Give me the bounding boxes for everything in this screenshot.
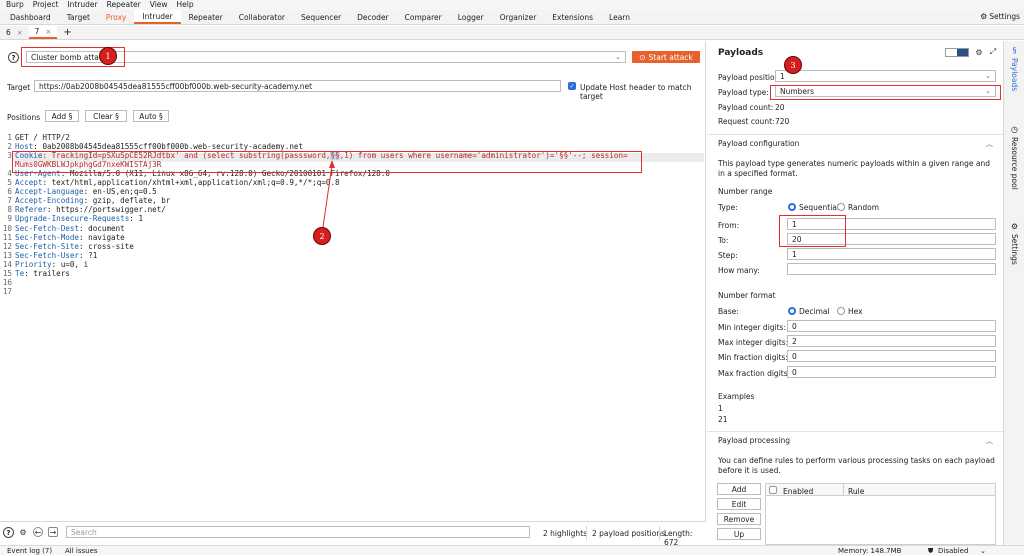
max-integer-digits-input[interactable]: 2: [787, 335, 996, 347]
payload-position-value: 1: [780, 71, 785, 81]
range-type-label: Type:: [718, 203, 738, 212]
payloads-pane: Payloads ⚙ ⤢ Payload position: 1 ⌄ Paylo…: [707, 41, 1003, 545]
add-rule-button[interactable]: Add: [717, 483, 761, 495]
step-label: Step:: [718, 251, 738, 260]
random-radio[interactable]: [837, 203, 845, 211]
disabled-status[interactable]: Disabled: [938, 547, 968, 555]
hex-radio[interactable]: [837, 307, 845, 315]
chevron-up-icon: ︿: [986, 139, 993, 148]
example-value: 21: [718, 415, 728, 424]
rail-tab-label: Resource pool: [1010, 137, 1019, 190]
max-integer-digits-label: Max integer digits:: [718, 338, 789, 347]
layout-toggle[interactable]: [945, 48, 969, 57]
edit-rule-button[interactable]: Edit: [717, 498, 761, 510]
annotation-badge-2: 2: [313, 227, 331, 245]
chevron-down-icon[interactable]: ⌄: [980, 547, 986, 555]
payload-position-label: Payload position:: [718, 73, 782, 82]
payload-position-select[interactable]: 1 ⌄: [775, 70, 996, 82]
rail-tab-label: Payloads: [1010, 58, 1019, 92]
max-fraction-digits-input[interactable]: 0: [787, 366, 996, 378]
decimal-label: Decimal: [799, 307, 830, 316]
min-integer-digits-label: Min integer digits:: [718, 323, 786, 332]
rail-tab-label: Settings: [1010, 234, 1019, 265]
to-label: To:: [718, 236, 729, 245]
rule-column-header: Rule: [848, 487, 865, 496]
payload-configuration-header[interactable]: Payload configuration ︿: [707, 134, 1003, 152]
payloads-icon: §: [1012, 46, 1017, 55]
status-bar: Event log (7) All issues Memory: 148.7MB…: [0, 545, 1024, 555]
layout-horizontal-icon[interactable]: [946, 49, 957, 56]
gear-icon[interactable]: ⚙: [974, 47, 984, 57]
payload-processing-header[interactable]: Payload processing ︿: [707, 431, 1003, 449]
random-label: Random: [848, 203, 880, 212]
min-fraction-digits-input[interactable]: 0: [787, 350, 996, 362]
rail-tab-resource-pool[interactable]: ◷ Resource pool: [1006, 125, 1023, 190]
payload-count-label: Payload count:: [718, 103, 774, 112]
chevron-up-icon: ︿: [986, 436, 993, 445]
from-label: From:: [718, 221, 740, 230]
collapse-icon[interactable]: ⤢: [988, 47, 998, 57]
base-label: Base:: [718, 307, 739, 316]
payload-configuration-description: This payload type generates numeric payl…: [718, 159, 990, 178]
annotation-arrow-line: [322, 164, 333, 228]
hex-label: Hex: [848, 307, 863, 316]
processing-rules-table: Enabled Rule: [765, 483, 996, 545]
rail-tab-payloads[interactable]: § Payloads: [1006, 46, 1023, 91]
move-rule-up-button[interactable]: Up: [717, 528, 761, 540]
memory-indicator: Memory: 148.7MB: [838, 547, 902, 555]
layout-vertical-icon[interactable]: [957, 49, 968, 56]
payloads-title: Payloads: [718, 48, 764, 58]
payload-type-label: Payload type:: [718, 88, 769, 97]
sequential-label: Sequential: [799, 203, 839, 212]
step-input[interactable]: 1: [787, 248, 996, 260]
annotation-box-range: [779, 215, 846, 247]
clock-icon: ◷: [1011, 125, 1018, 134]
payload-configuration-title: Payload configuration: [718, 139, 800, 148]
how-many-input[interactable]: [787, 263, 996, 275]
chevron-down-icon: ⌄: [985, 72, 991, 80]
gear-icon: ⚙: [1010, 222, 1019, 231]
annotation-arrow-head: [329, 160, 335, 168]
rail-tab-settings[interactable]: ⚙ Settings: [1006, 222, 1023, 265]
min-fraction-digits-label: Min fraction digits:: [718, 353, 788, 362]
annotation-box-payload-type: [770, 85, 1001, 100]
right-side-rail: § Payloads ◷ Resource pool ⚙ Settings: [1003, 41, 1024, 545]
number-range-heading: Number range: [718, 187, 773, 196]
example-value: 1: [718, 404, 723, 413]
min-integer-digits-input[interactable]: 0: [787, 320, 996, 332]
enabled-column-header: Enabled: [783, 487, 814, 496]
examples-heading: Examples: [718, 392, 755, 401]
max-fraction-digits-label: Max fraction digits:: [718, 369, 791, 378]
request-count-label: Request count:: [718, 117, 775, 126]
event-log-link[interactable]: Event log (7): [7, 547, 52, 555]
payload-processing-description: You can define rules to perform various …: [718, 456, 995, 475]
select-all-checkbox[interactable]: [769, 486, 777, 494]
all-issues-link[interactable]: All issues: [65, 547, 98, 555]
request-count-value: 720: [775, 117, 790, 126]
payload-count-value: 20: [775, 103, 785, 112]
decimal-radio[interactable]: [788, 307, 796, 315]
table-header: Enabled Rule: [766, 484, 995, 496]
annotation-badge-3: 3: [784, 56, 802, 74]
how-many-label: How many:: [718, 266, 760, 275]
number-format-heading: Number format: [718, 291, 776, 300]
column-divider: [843, 484, 844, 496]
sequential-radio[interactable]: [788, 203, 796, 211]
remove-rule-button[interactable]: Remove: [717, 513, 761, 525]
payload-processing-title: Payload processing: [718, 436, 791, 445]
